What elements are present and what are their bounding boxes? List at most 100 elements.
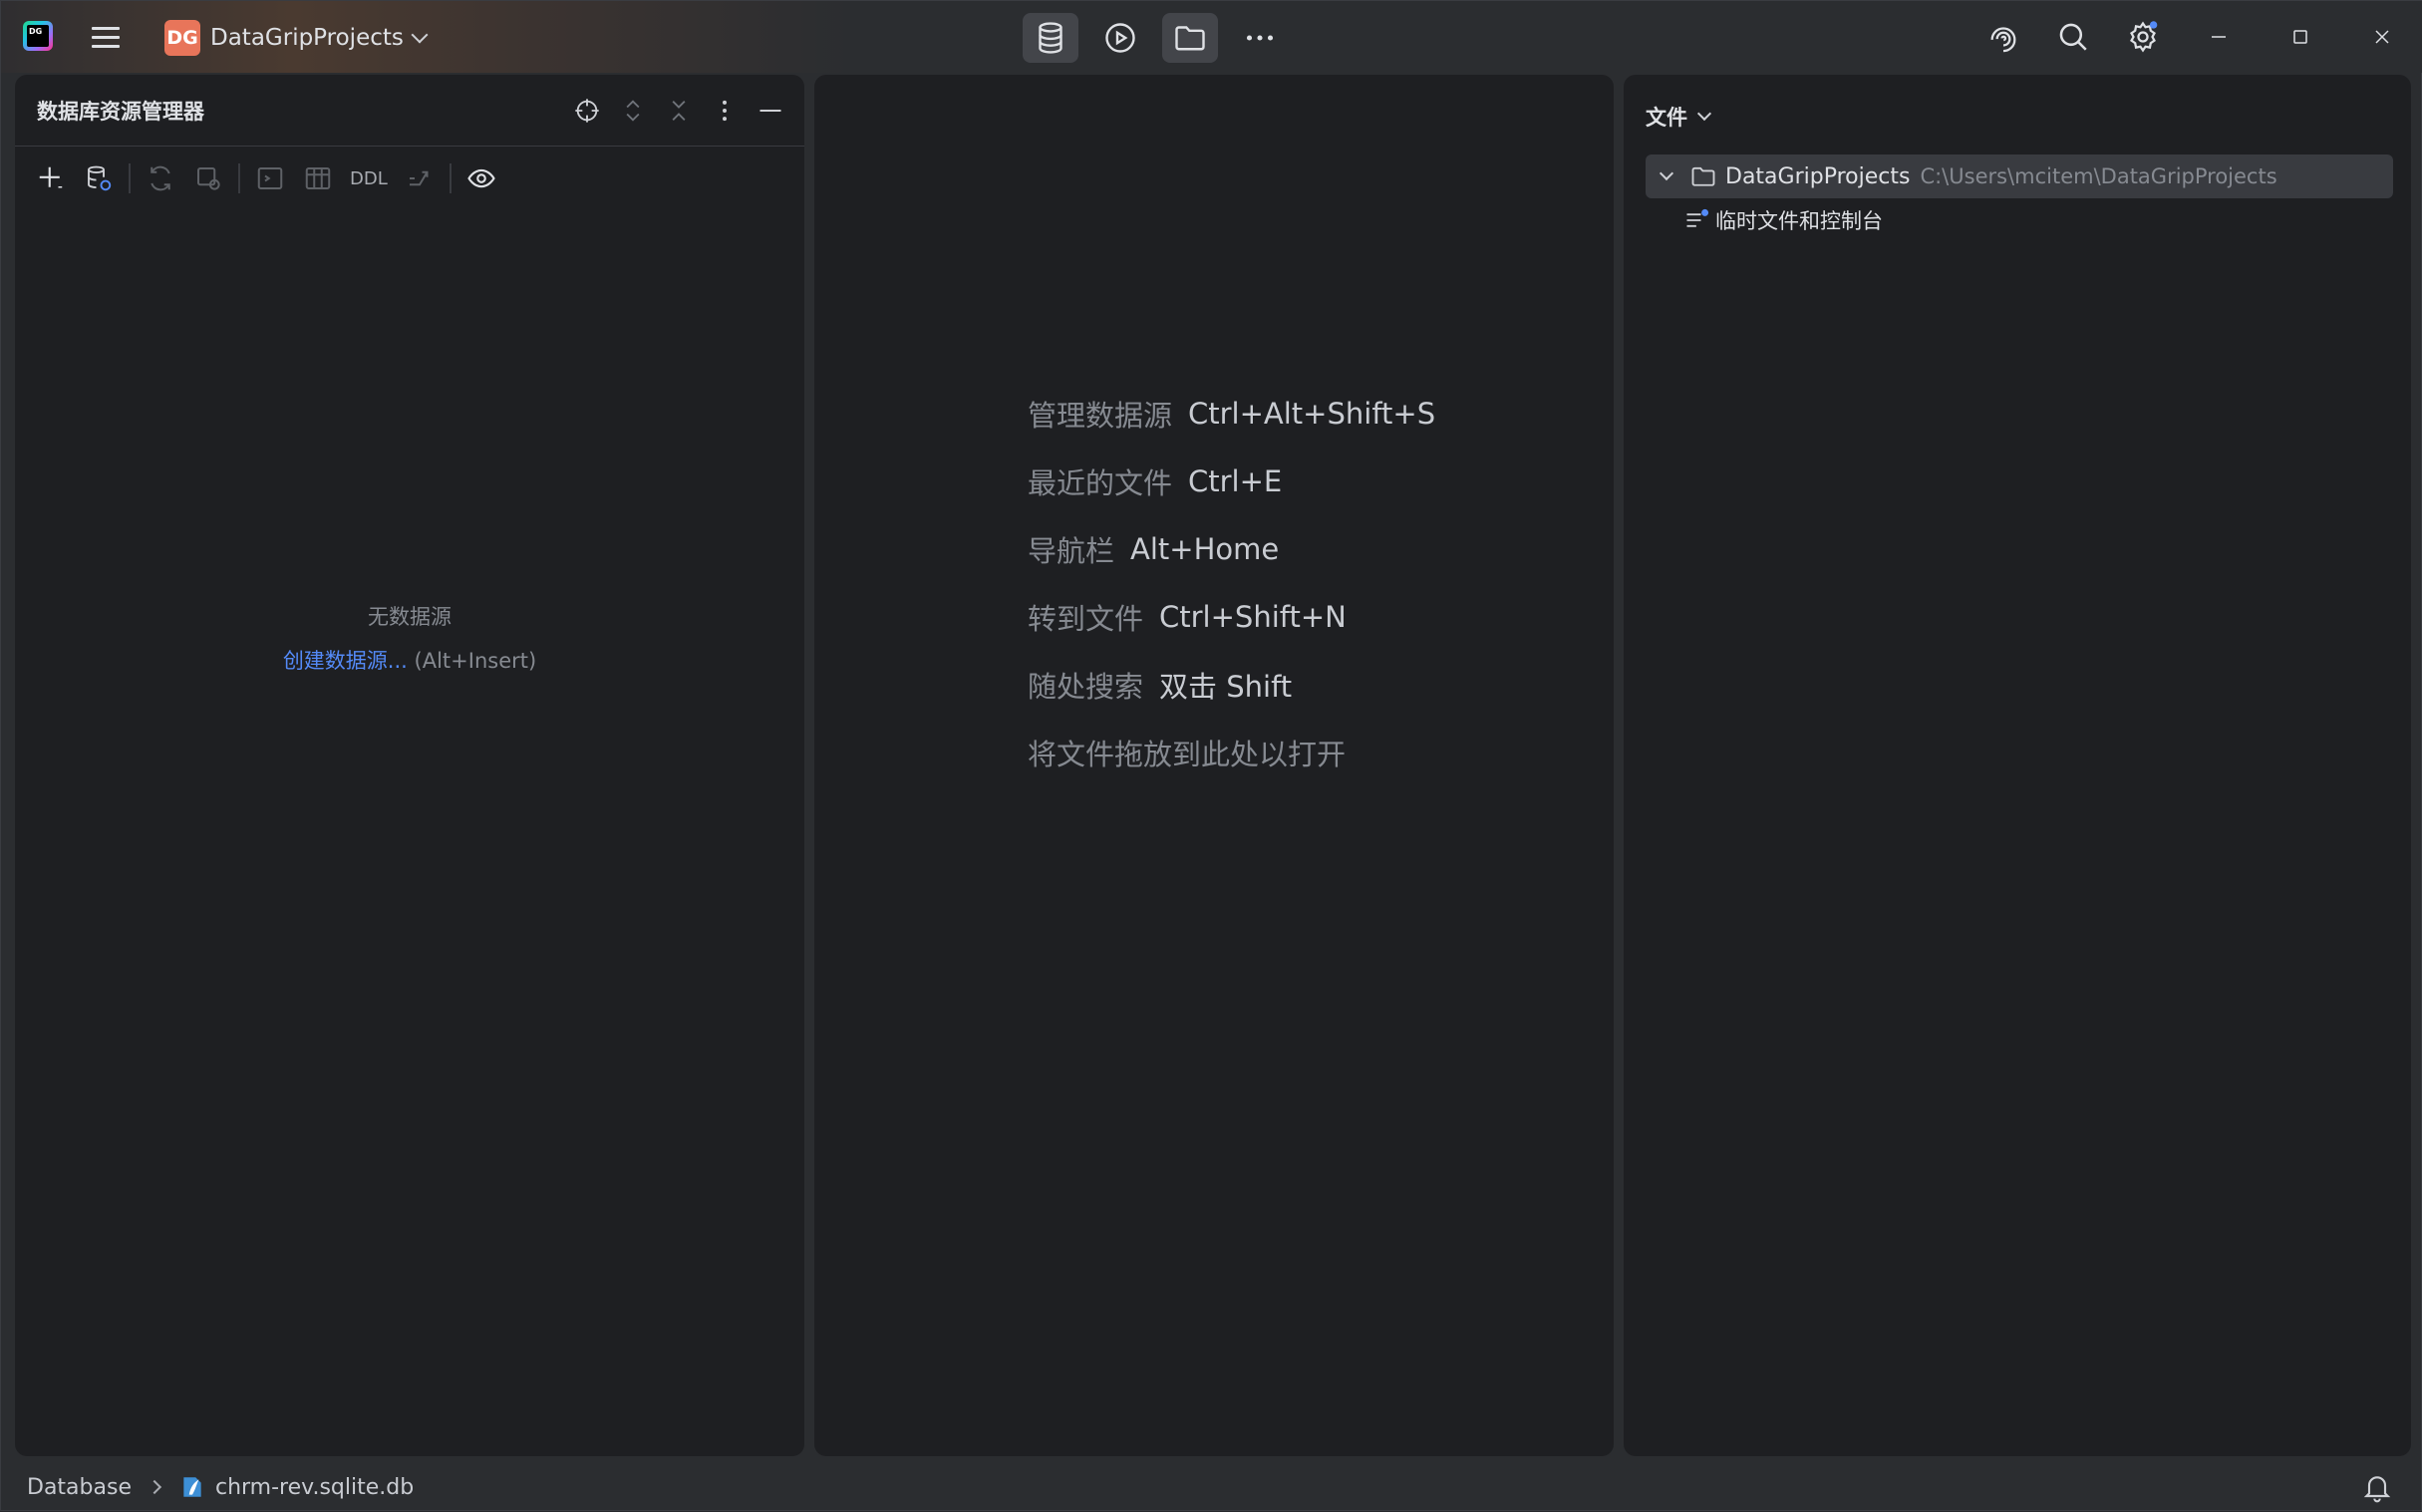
chevron-down-icon — [411, 26, 429, 44]
gear-icon — [2130, 21, 2158, 53]
hint-row: 转到文件 Ctrl+Shift+N — [1028, 583, 1435, 651]
create-data-source-link[interactable]: 创建数据源... — [283, 649, 408, 673]
main-toolbar — [1023, 13, 1288, 63]
jump-to-query-button[interactable] — [398, 156, 442, 200]
add-button[interactable] — [29, 156, 73, 200]
expand-all-icon — [626, 100, 640, 122]
hint-shortcut: Ctrl+E — [1188, 464, 1283, 498]
refresh-button[interactable] — [139, 156, 182, 200]
close-icon — [2375, 30, 2389, 44]
folder-icon — [1175, 26, 1205, 51]
app-logo-text: DG — [27, 25, 49, 47]
tree-item-label: DataGripProjects — [1725, 163, 1911, 189]
disconnect-button[interactable] — [186, 156, 230, 200]
database-settings-icon — [88, 165, 112, 191]
tree-item-scratches[interactable]: 临时文件和控制台 — [1683, 198, 1883, 242]
search-icon — [2059, 23, 2087, 51]
notification-bell-icon[interactable] — [2361, 1472, 2393, 1504]
eye-icon — [467, 168, 495, 188]
files-panel: 文件 DataGripProjects C:\Users\mcitem\Data… — [1624, 75, 2411, 1456]
chevron-right-icon — [147, 1479, 162, 1495]
database-explorer-panel: 数据库资源管理器 DDL 无数据源 创建数据源... (Alt+Insert) — [15, 75, 804, 1456]
minimize-icon — [759, 109, 781, 113]
title-bar: DG DG DataGripProjects — [1, 1, 2422, 73]
database-explorer-button[interactable] — [1023, 13, 1078, 63]
empty-state: 无数据源 创建数据源... (Alt+Insert) — [15, 601, 804, 675]
open-console-button[interactable] — [248, 156, 292, 200]
toolbar-divider — [238, 163, 240, 193]
breadcrumb-file[interactable]: chrm-rev.sqlite.db — [215, 1475, 414, 1500]
hint-row: 将文件拖放到此处以打开 — [1028, 719, 1435, 786]
collapse-all-button[interactable] — [661, 93, 697, 129]
database-explorer-toolbar: DDL — [29, 154, 503, 202]
hint-row: 导航栏 Alt+Home — [1028, 515, 1435, 583]
hint-label: 管理数据源 — [1028, 399, 1173, 433]
locate-button[interactable] — [569, 93, 605, 129]
panel-title: 数据库资源管理器 — [37, 99, 204, 124]
empty-state-title: 无数据源 — [368, 605, 452, 629]
project-switcher[interactable]: DataGripProjects — [210, 21, 429, 55]
hint-shortcut: Alt+Home — [1130, 532, 1280, 566]
hint-row: 最近的文件 Ctrl+E — [1028, 448, 1435, 515]
hint-shortcut: 双击 Shift — [1159, 670, 1293, 704]
more-vertical-icon — [723, 100, 727, 122]
project-name: DataGripProjects — [210, 25, 404, 51]
plus-icon — [39, 166, 63, 188]
sqlite-file-icon — [183, 1477, 201, 1497]
files-button[interactable] — [1162, 13, 1218, 63]
folder-icon — [1691, 166, 1715, 186]
minimize-icon — [2212, 36, 2226, 38]
maximize-icon — [2293, 30, 2307, 44]
expand-all-button[interactable] — [615, 93, 651, 129]
ai-assistant-icon — [1990, 27, 2016, 53]
maximize-button[interactable] — [2260, 1, 2341, 73]
files-view-selector[interactable]: 文件 — [1646, 97, 1712, 137]
open-table-button[interactable] — [296, 156, 340, 200]
project-badge[interactable]: DG — [164, 20, 200, 56]
project-tree-root[interactable]: DataGripProjects C:\Users\mcitem\DataGri… — [1646, 154, 2393, 198]
services-button[interactable] — [1092, 13, 1148, 63]
close-button[interactable] — [2341, 1, 2422, 73]
tree-item-path: C:\Users\mcitem\DataGripProjects — [1920, 164, 2277, 188]
run-icon — [1105, 23, 1135, 53]
editor-area: 管理数据源 Ctrl+Alt+Shift+S 最近的文件 Ctrl+E 导航栏 … — [814, 75, 1614, 1456]
breadcrumb-root[interactable]: Database — [27, 1475, 132, 1500]
database-icon — [1039, 22, 1062, 54]
options-button[interactable] — [707, 93, 743, 129]
hint-label: 将文件拖放到此处以打开 — [1028, 738, 1347, 771]
refresh-icon — [151, 165, 170, 191]
create-data-source-shortcut: (Alt+Insert) — [414, 649, 537, 673]
chevron-down-icon[interactable] — [1656, 165, 1677, 187]
database-explorer-header: 数据库资源管理器 — [15, 75, 804, 147]
data-source-properties-button[interactable] — [77, 156, 121, 200]
hint-label: 导航栏 — [1028, 534, 1115, 568]
window-controls — [1968, 1, 2422, 73]
create-data-source-row: 创建数据源... (Alt+Insert) — [15, 645, 804, 675]
hamburger-menu-icon[interactable] — [89, 21, 123, 53]
toolbar-divider — [129, 163, 131, 193]
jump-arrow-icon — [409, 170, 429, 186]
editor-empty-hints: 管理数据源 Ctrl+Alt+Shift+S 最近的文件 Ctrl+E 导航栏 … — [1028, 380, 1435, 786]
panel-title: 文件 — [1646, 106, 1687, 130]
more-tools-button[interactable] — [1232, 13, 1288, 63]
panel-header-actions — [569, 93, 788, 129]
hint-label: 随处搜索 — [1028, 670, 1144, 704]
hint-row: 随处搜索 双击 Shift — [1028, 651, 1435, 719]
ide-window: DG DG DataGripProjects 数据库资源管理器 DDL 无数据源… — [0, 0, 2422, 1511]
console-icon — [257, 167, 283, 189]
hint-shortcut: Ctrl+Shift+N — [1159, 600, 1347, 634]
ddl-button[interactable]: DDL — [344, 156, 394, 200]
hint-shortcut: Ctrl+Alt+Shift+S — [1188, 397, 1436, 431]
chevron-down-icon — [1696, 106, 1712, 122]
datagrip-logo-icon: DG — [23, 21, 53, 51]
search-everywhere-button[interactable] — [2038, 1, 2108, 73]
minimize-button[interactable] — [2178, 1, 2260, 73]
view-options-button[interactable] — [459, 156, 503, 200]
tree-item-label: 临时文件和控制台 — [1715, 209, 1883, 233]
hide-panel-button[interactable] — [753, 93, 788, 129]
ai-assistant-button[interactable] — [1968, 1, 2038, 73]
status-bar: Database chrm-rev.sqlite.db — [1, 1462, 2422, 1512]
table-icon — [305, 167, 331, 189]
collapse-all-icon — [672, 101, 686, 121]
settings-button[interactable] — [2108, 1, 2178, 73]
